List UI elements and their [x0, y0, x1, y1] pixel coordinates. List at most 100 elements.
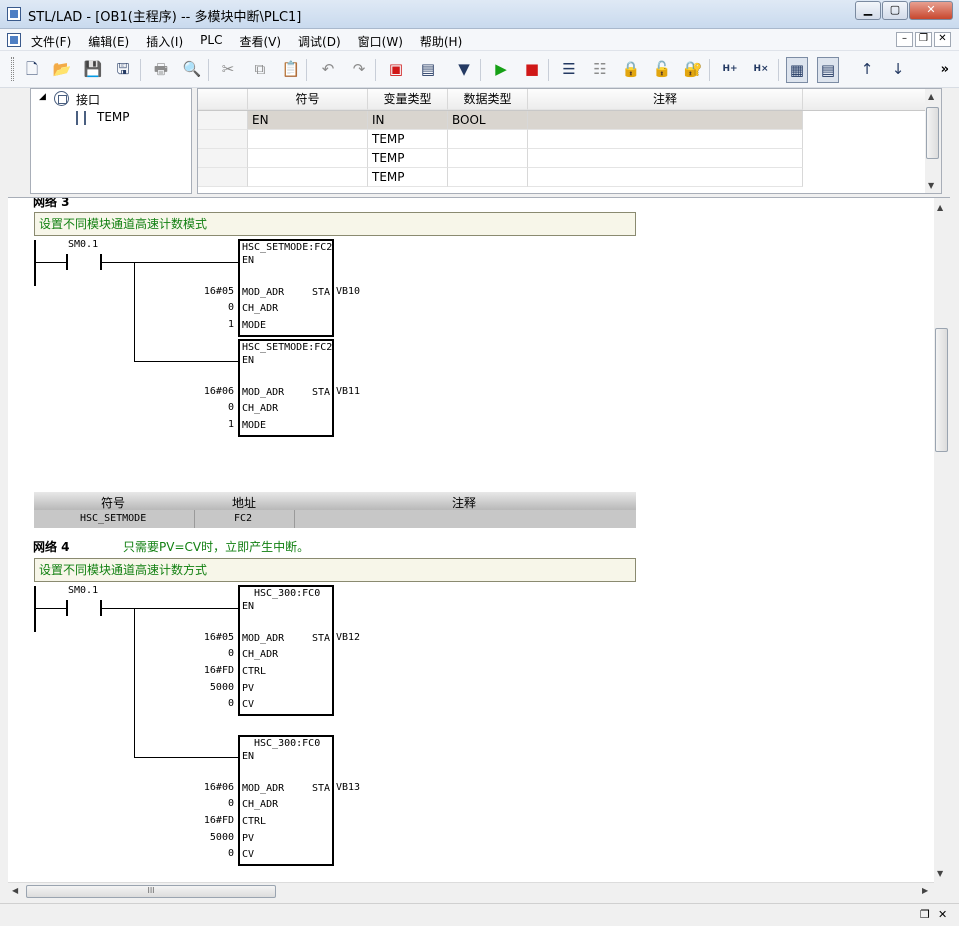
table-row[interactable]: TEMP [198, 130, 941, 149]
menu-edit[interactable]: 编辑(E) [88, 33, 129, 50]
cell-comment[interactable] [528, 149, 803, 168]
col-symbol[interactable]: 符号 [248, 89, 368, 110]
cell-data-type[interactable] [448, 168, 528, 187]
menu-file[interactable]: 文件(F) [31, 33, 71, 50]
collapse-icon[interactable]: ◢ [39, 92, 46, 102]
param-value[interactable]: 0 [194, 798, 234, 809]
network-3-comment[interactable]: 设置不同模块通道高速计数模式 [34, 212, 636, 236]
download-icon[interactable]: ▼ [453, 59, 475, 81]
col-var-type[interactable]: 变量类型 [368, 89, 448, 110]
menu-debug[interactable]: 调试(D) [298, 33, 341, 50]
insert-network-icon[interactable]: H+ [719, 59, 741, 81]
mdi-minimize-button[interactable]: – [896, 32, 913, 47]
mdi-restore-button[interactable]: ❐ [915, 32, 932, 47]
param-value[interactable]: 0 [194, 848, 234, 859]
table-row[interactable]: TEMP [198, 168, 941, 187]
toolbar-grip[interactable] [11, 57, 14, 81]
cell-data-type[interactable]: BOOL [448, 111, 528, 130]
toolbar-overflow-icon[interactable]: » [941, 62, 949, 77]
param-value[interactable]: 0 [194, 302, 234, 313]
menu-help[interactable]: 帮助(H) [420, 33, 462, 50]
copy-icon[interactable]: ⧉ [249, 59, 271, 81]
open-icon[interactable]: 📂 [51, 59, 73, 81]
output-value[interactable]: VB12 [336, 632, 360, 643]
param-value[interactable]: 16#06 [194, 782, 234, 793]
param-value[interactable]: 16#FD [194, 665, 234, 676]
param-value[interactable]: 5000 [194, 832, 234, 843]
print-icon[interactable]: 🖶 [150, 59, 172, 81]
function-block[interactable]: HSC_SETMODE:FC2 EN MOD_ADR CH_ADR MODE S… [238, 339, 334, 437]
scroll-left-icon[interactable]: ◀ [12, 886, 18, 895]
delete-network-icon[interactable]: H× [750, 59, 772, 81]
lad-view-icon[interactable]: ▦ [786, 57, 808, 83]
compile-all-icon[interactable]: ▤ [417, 59, 439, 81]
function-block[interactable]: HSC_300:FC0 EN MOD_ADR CH_ADR CTRL PV CV… [238, 585, 334, 716]
mdi-close-button[interactable]: ✕ [934, 32, 951, 47]
cell-comment[interactable] [528, 111, 803, 130]
editor-vertical-scrollbar[interactable]: ▲ ▼ [934, 198, 950, 882]
cell-symbol[interactable] [248, 168, 368, 187]
upload-icon[interactable]: ☰ [558, 59, 580, 81]
param-value[interactable]: 16#05 [194, 286, 234, 297]
function-block[interactable]: HSC_300:FC0 EN MOD_ADR CH_ADR CTRL PV CV… [238, 735, 334, 866]
param-value[interactable]: 16#FD [194, 815, 234, 826]
stop-icon[interactable]: ■ [521, 59, 543, 81]
contact-label[interactable]: SM0.1 [68, 239, 98, 250]
function-block[interactable]: HSC_SETMODE:FC2 EN MOD_ADR CH_ADR MODE S… [238, 239, 334, 337]
cut-icon[interactable]: ✂ [217, 59, 239, 81]
save-all-icon[interactable]: 🖫 [112, 59, 134, 81]
param-value[interactable]: 1 [194, 319, 234, 330]
stl-view-icon[interactable]: ▤ [817, 57, 839, 83]
cell-var-type[interactable]: TEMP [368, 168, 448, 187]
menu-window[interactable]: 窗口(W) [358, 33, 403, 50]
cell-var-type[interactable]: TEMP [368, 149, 448, 168]
lock-icon[interactable]: 🔒 [620, 59, 642, 81]
param-value[interactable]: 0 [194, 648, 234, 659]
network-4-title[interactable]: 网络 4 [33, 538, 70, 555]
cell-var-type[interactable]: TEMP [368, 130, 448, 149]
paste-icon[interactable]: 📋 [280, 59, 302, 81]
save-icon[interactable]: 💾 [82, 59, 104, 81]
menu-insert[interactable]: 插入(I) [146, 33, 183, 50]
scroll-up-icon[interactable]: ▲ [928, 92, 934, 101]
scroll-right-icon[interactable]: ▶ [922, 886, 928, 895]
cell-symbol[interactable] [248, 130, 368, 149]
undo-icon[interactable]: ↶ [317, 59, 339, 81]
compile-icon[interactable]: ▣ [385, 59, 407, 81]
output-value[interactable]: VB10 [336, 286, 360, 297]
table-row[interactable]: EN IN BOOL [198, 111, 941, 130]
redo-icon[interactable]: ↷ [348, 59, 370, 81]
cell-data-type[interactable] [448, 130, 528, 149]
new-icon[interactable]: 🗋 [21, 59, 43, 81]
scroll-thumb[interactable] [926, 107, 939, 159]
minimize-button[interactable]: ▁ [855, 1, 881, 20]
col-data-type[interactable]: 数据类型 [448, 89, 528, 110]
cell-comment[interactable] [528, 130, 803, 149]
output-value[interactable]: VB13 [336, 782, 360, 793]
cell-comment[interactable] [528, 168, 803, 187]
move-up-icon[interactable]: ↑ [856, 59, 878, 81]
contact-label[interactable]: SM0.1 [68, 585, 98, 596]
cell-data-type[interactable] [448, 149, 528, 168]
print-preview-icon[interactable]: 🔍 [181, 59, 203, 81]
cell-symbol[interactable] [248, 149, 368, 168]
scroll-down-icon[interactable]: ▼ [937, 869, 943, 878]
move-down-icon[interactable]: ↓ [887, 59, 909, 81]
maximize-button[interactable]: ▢ [882, 1, 908, 20]
protect-icon[interactable]: 🔐 [682, 59, 704, 81]
close-icon[interactable]: ✕ [938, 908, 947, 921]
network-4-comment[interactable]: 设置不同模块通道高速计数方式 [34, 558, 636, 582]
document-icon[interactable] [7, 33, 21, 47]
interface-scrollbar[interactable]: ▲ ▼ [925, 89, 941, 193]
col-comment[interactable]: 注释 [528, 89, 803, 110]
scroll-up-icon[interactable]: ▲ [937, 203, 943, 212]
scroll-down-icon[interactable]: ▼ [928, 181, 934, 190]
restore-icon[interactable]: ❐ [920, 908, 930, 921]
table-row[interactable]: TEMP [198, 149, 941, 168]
run-icon[interactable]: ▶ [490, 59, 512, 81]
symbol-table-row[interactable]: HSC_SETMODE FC2 [34, 510, 636, 528]
param-value[interactable]: 16#06 [194, 386, 234, 397]
param-value[interactable]: 16#05 [194, 632, 234, 643]
unlock-icon[interactable]: 🔓 [651, 59, 673, 81]
param-value[interactable]: 0 [194, 402, 234, 413]
